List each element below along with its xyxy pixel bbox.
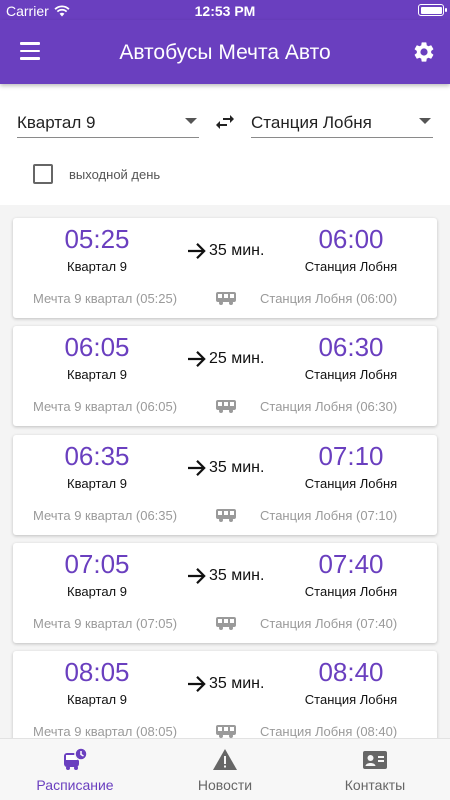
arrow-right-icon xyxy=(188,676,206,692)
trip-duration: 35 мин. xyxy=(209,459,265,476)
contacts-icon xyxy=(363,751,387,769)
arrival-stop: Станция Лобня xyxy=(304,476,398,491)
chevron-down-icon xyxy=(185,118,197,124)
route-from-text: Мечта 9 квартал (05:25) xyxy=(33,291,178,306)
tab-news-label: Новости xyxy=(197,777,253,793)
to-stop-value: Станция Лобня xyxy=(251,113,372,132)
departure-stop: Квартал 9 xyxy=(67,584,127,599)
departure-time: 08:05 xyxy=(64,657,130,687)
arrival-time: 07:40 xyxy=(318,549,384,579)
trip-duration: 35 мин. xyxy=(209,242,265,259)
route-to-text: Станция Лобня (07:10) xyxy=(260,508,398,523)
arrival-time: 06:00 xyxy=(318,224,384,254)
arrow-right-icon xyxy=(188,460,206,476)
weekend-label: выходной день xyxy=(69,166,161,182)
route-to-text: Станция Лобня (08:40) xyxy=(260,724,398,738)
swap-arrows-icon[interactable] xyxy=(212,110,238,134)
from-stop-dropdown[interactable]: Квартал 9 xyxy=(17,104,199,138)
weekend-checkbox[interactable]: выходной день xyxy=(33,164,160,184)
battery-icon xyxy=(418,4,447,16)
status-bar: Carrier 12:53 PM xyxy=(0,0,450,20)
bus-icon xyxy=(216,292,236,305)
arrival-time: 06:30 xyxy=(318,332,384,362)
warning-icon xyxy=(213,749,237,770)
tab-contacts-label: Контакты xyxy=(344,777,406,793)
trip-duration: 35 мин. xyxy=(209,675,265,692)
trip-card[interactable]: 08:05 Квартал 9 35 мин. 08:40 Станция Ло… xyxy=(13,651,437,738)
departure-time: 06:35 xyxy=(64,441,130,471)
bottom-tab-bar: Расписание Новости Контакты xyxy=(0,738,450,800)
arrow-right-icon xyxy=(188,568,206,584)
departure-time: 07:05 xyxy=(64,549,130,579)
bus-icon xyxy=(216,617,236,630)
bus-icon xyxy=(216,400,236,413)
route-to-text: Станция Лобня (06:30) xyxy=(260,399,398,414)
arrival-stop: Станция Лобня xyxy=(304,367,398,382)
arrival-stop: Станция Лобня xyxy=(304,584,398,599)
route-from-text: Мечта 9 квартал (06:35) xyxy=(33,508,178,523)
bus-icon xyxy=(216,509,236,522)
trip-card[interactable]: 06:05 Квартал 9 25 мин. 06:30 Станция Ло… xyxy=(13,326,437,426)
arrow-right-icon xyxy=(188,243,206,259)
departure-time: 05:25 xyxy=(64,224,130,254)
from-stop-value: Квартал 9 xyxy=(17,113,96,132)
app-bar: Автобусы Мечта Авто xyxy=(0,20,450,84)
tab-contacts[interactable]: Контакты xyxy=(300,739,450,800)
departure-stop: Квартал 9 xyxy=(67,259,127,274)
arrival-time: 08:40 xyxy=(318,657,384,687)
tab-schedule-label: Расписание xyxy=(36,777,114,793)
route-to-text: Станция Лобня (07:40) xyxy=(260,616,398,631)
trip-card[interactable]: 06:35 Квартал 9 35 мин. 07:10 Станция Ло… xyxy=(13,435,437,535)
trip-card[interactable]: 07:05 Квартал 9 35 мин. 07:40 Станция Ло… xyxy=(13,543,437,643)
route-from-text: Мечта 9 квартал (07:05) xyxy=(33,616,178,631)
departure-time: 06:05 xyxy=(64,332,130,362)
trip-duration: 25 мин. xyxy=(209,350,265,367)
bus-icon xyxy=(216,725,236,738)
departure-stop: Квартал 9 xyxy=(67,692,127,707)
bus-schedule-icon xyxy=(64,747,88,770)
chevron-down-icon xyxy=(419,118,431,124)
tab-schedule[interactable]: Расписание xyxy=(0,739,150,800)
arrival-stop: Станция Лобня xyxy=(304,692,398,707)
to-stop-dropdown[interactable]: Станция Лобня xyxy=(251,104,433,138)
page-title: Автобусы Мечта Авто xyxy=(119,41,331,64)
arrival-time: 07:10 xyxy=(318,441,384,471)
schedule-list[interactable]: 05:25 Квартал 9 35 мин. 06:00 Станция Ло… xyxy=(0,205,450,738)
route-from-text: Мечта 9 квартал (08:05) xyxy=(33,724,178,738)
status-time: 12:53 PM xyxy=(194,3,256,19)
trip-duration: 35 мин. xyxy=(209,567,265,584)
checkbox-box[interactable] xyxy=(33,164,53,184)
route-from-text: Мечта 9 квартал (06:05) xyxy=(33,399,178,414)
departure-stop: Квартал 9 xyxy=(67,476,127,491)
gear-icon[interactable] xyxy=(412,40,436,64)
arrival-stop: Станция Лобня xyxy=(304,259,398,274)
arrow-right-icon xyxy=(188,351,206,367)
route-to-text: Станция Лобня (06:00) xyxy=(260,291,398,306)
tab-news[interactable]: Новости xyxy=(150,739,300,800)
departure-stop: Квартал 9 xyxy=(67,367,127,382)
trip-card[interactable]: 05:25 Квартал 9 35 мин. 06:00 Станция Ло… xyxy=(13,218,437,318)
